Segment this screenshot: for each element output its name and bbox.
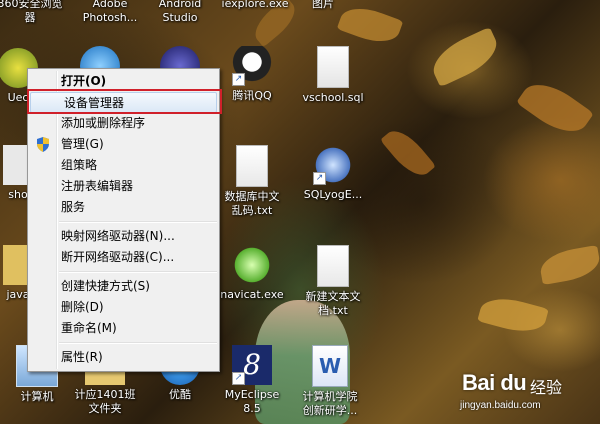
watermark-brand-cn: 经验 [530,378,563,397]
desktop-icon-navicat[interactable]: navicat.exe [212,245,292,302]
icon-label: 新建文本文 档.txt [305,290,361,317]
desktop-icon-android-studio[interactable]: Android Studio [140,0,220,25]
shortcut-arrow-icon: ↗ [313,172,326,185]
shortcut-arrow-icon: ↗ [232,73,245,86]
menu-item-add-remove-programs[interactable]: 添加或删除程序 [28,113,219,134]
icon-label: 腾讯QQ [232,89,272,102]
icon-label: 计应1401班 文件夹 [74,388,136,415]
myeclipse-icon: 8 ↗ [232,345,272,385]
wallpaper-leaf [516,73,594,143]
icon-label: 图片 [312,0,334,10]
menu-separator [59,271,217,273]
shortcut-arrow-icon: ↗ [232,372,245,385]
desktop-icon-sqlyog[interactable]: ↗ SQLyogE... [293,145,373,202]
desktop-icon-photoshop[interactable]: Adobe Photosh... [70,0,150,25]
icon-label: 计算机学院 创新研学... [302,390,358,417]
menu-item-label: 管理(G) [61,137,104,151]
desktop-icon-word-doc[interactable]: W 计算机学院 创新研学... [290,345,370,418]
desktop-icon-newtxt[interactable]: 新建文本文 档.txt [293,245,373,318]
menu-item-properties[interactable]: 属性(R) [28,347,219,368]
menu-item-disconnect-network-drive[interactable]: 断开网络驱动器(C)... [28,247,219,268]
text-file-icon [236,145,268,187]
icon-label: Android Studio [158,0,202,24]
menu-item-manage[interactable]: 管理(G) [28,134,219,155]
desktop-icon-vschool-sql[interactable]: vschool.sql [293,46,373,105]
navicat-icon [232,245,272,285]
icon-label: vschool.sql [302,91,364,104]
uac-shield-icon [37,137,49,152]
wallpaper-leaf [537,245,600,285]
dolphin-icon: ↗ [313,145,353,185]
document-icon [317,46,349,88]
icon-label: 360安全浏览 器 [0,0,63,24]
baidu-jingyan-watermark: Bai du 经验 jingyan.baidu.com [448,370,598,420]
wallpaper-leaf [380,123,436,183]
watermark-url: jingyan.baidu.com [460,400,541,411]
icon-label: SQLyogE... [303,188,363,201]
icon-label: MyEclipse 8.5 [224,388,280,415]
menu-item-registry-editor[interactable]: 注册表编辑器 [28,176,219,197]
menu-item-map-network-drive[interactable]: 映射网络驱动器(N)... [28,226,219,247]
desktop-icon-pictures[interactable]: 图片 [283,0,363,11]
menu-item-services[interactable]: 服务 [28,197,219,218]
word-document-icon: W [312,345,348,387]
watermark-brand: Bai du [462,370,527,395]
highlight-annotation-box [27,89,222,114]
desktop-icon-qq[interactable]: ↗ 腾讯QQ [212,46,292,103]
menu-separator [59,342,217,344]
desktop-icon-360browser[interactable]: 360安全浏览 器 [0,0,70,25]
qq-penguin-icon: ↗ [232,46,272,86]
wallpaper-leaf [426,26,504,88]
context-menu: 打开(O) 设备管理器 添加或删除程序 管理(G) 组策略 注册表编辑器 服务 … [27,68,222,372]
icon-label: Adobe Photosh... [82,0,138,24]
menu-item-group-policy[interactable]: 组策略 [28,155,219,176]
icon-label: navicat.exe [220,288,284,301]
icon-label: 优酷 [169,388,191,401]
menu-item-create-shortcut[interactable]: 创建快捷方式(S) [28,276,219,297]
desktop-icon-dbtxt[interactable]: 数据库中文 乱码.txt [212,145,292,218]
desktop-icon-myeclipse[interactable]: 8 ↗ MyEclipse 8.5 [212,345,292,416]
wallpaper-leaf [477,291,549,339]
icon-label: 数据库中文 乱码.txt [224,190,280,217]
menu-separator [59,221,217,223]
menu-item-rename[interactable]: 重命名(M) [28,318,219,339]
menu-item-delete[interactable]: 删除(D) [28,297,219,318]
text-file-icon [317,245,349,287]
